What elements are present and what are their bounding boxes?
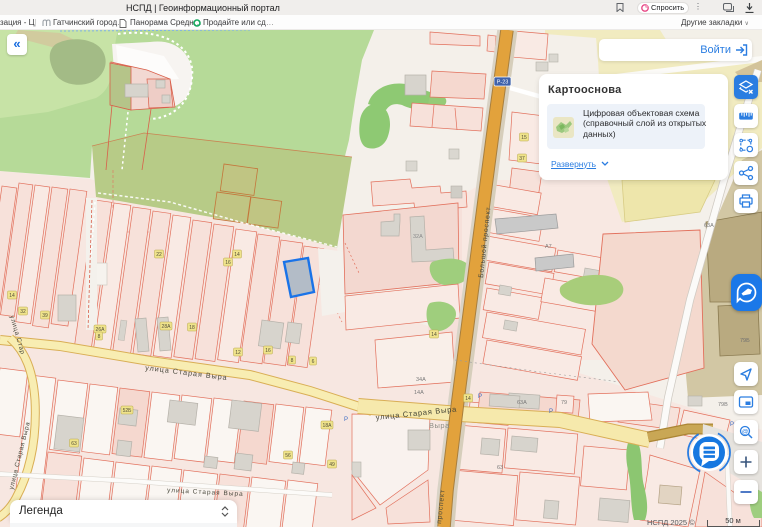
- svg-text:Р: Р: [344, 417, 348, 423]
- svg-text:8: 8: [98, 334, 101, 340]
- svg-text:52Б: 52Б: [123, 408, 133, 414]
- svg-text:14: 14: [9, 293, 15, 299]
- svg-text:79В: 79В: [718, 402, 728, 408]
- svg-text:22: 22: [156, 252, 162, 258]
- svg-text:63: 63: [71, 441, 77, 447]
- svg-text:16: 16: [225, 260, 231, 266]
- svg-text:39: 39: [42, 313, 48, 319]
- svg-text:37: 37: [519, 156, 525, 162]
- svg-text:79: 79: [561, 400, 567, 406]
- svg-text:14: 14: [465, 396, 471, 402]
- svg-text:34А: 34А: [416, 377, 426, 383]
- svg-text:18А: 18А: [323, 423, 333, 429]
- svg-text:14: 14: [431, 332, 437, 338]
- svg-text:14А: 14А: [414, 390, 424, 396]
- svg-text:8: 8: [291, 358, 294, 364]
- svg-text:56: 56: [285, 453, 291, 459]
- svg-text:Выра: Выра: [429, 421, 450, 430]
- svg-text:63: 63: [497, 465, 503, 471]
- svg-text:18: 18: [189, 325, 195, 331]
- svg-text:14: 14: [234, 252, 240, 258]
- svg-text:49: 49: [329, 462, 335, 468]
- svg-text:Р-23: Р-23: [497, 80, 509, 86]
- svg-text:А7: А7: [545, 244, 552, 250]
- svg-text:63А: 63А: [704, 223, 714, 229]
- svg-text:28А: 28А: [162, 324, 172, 330]
- svg-text:79Б: 79Б: [740, 338, 750, 344]
- svg-text:Р: Р: [478, 394, 482, 400]
- svg-text:16: 16: [265, 348, 271, 354]
- svg-text:15: 15: [521, 135, 527, 141]
- svg-text:32А: 32А: [413, 234, 423, 240]
- svg-text:32: 32: [20, 309, 26, 315]
- svg-text:12: 12: [235, 350, 241, 356]
- svg-text:Р: Р: [549, 409, 553, 415]
- svg-text:63А: 63А: [517, 400, 527, 406]
- svg-text:@: @: [742, 428, 749, 435]
- svg-text:6: 6: [312, 359, 315, 365]
